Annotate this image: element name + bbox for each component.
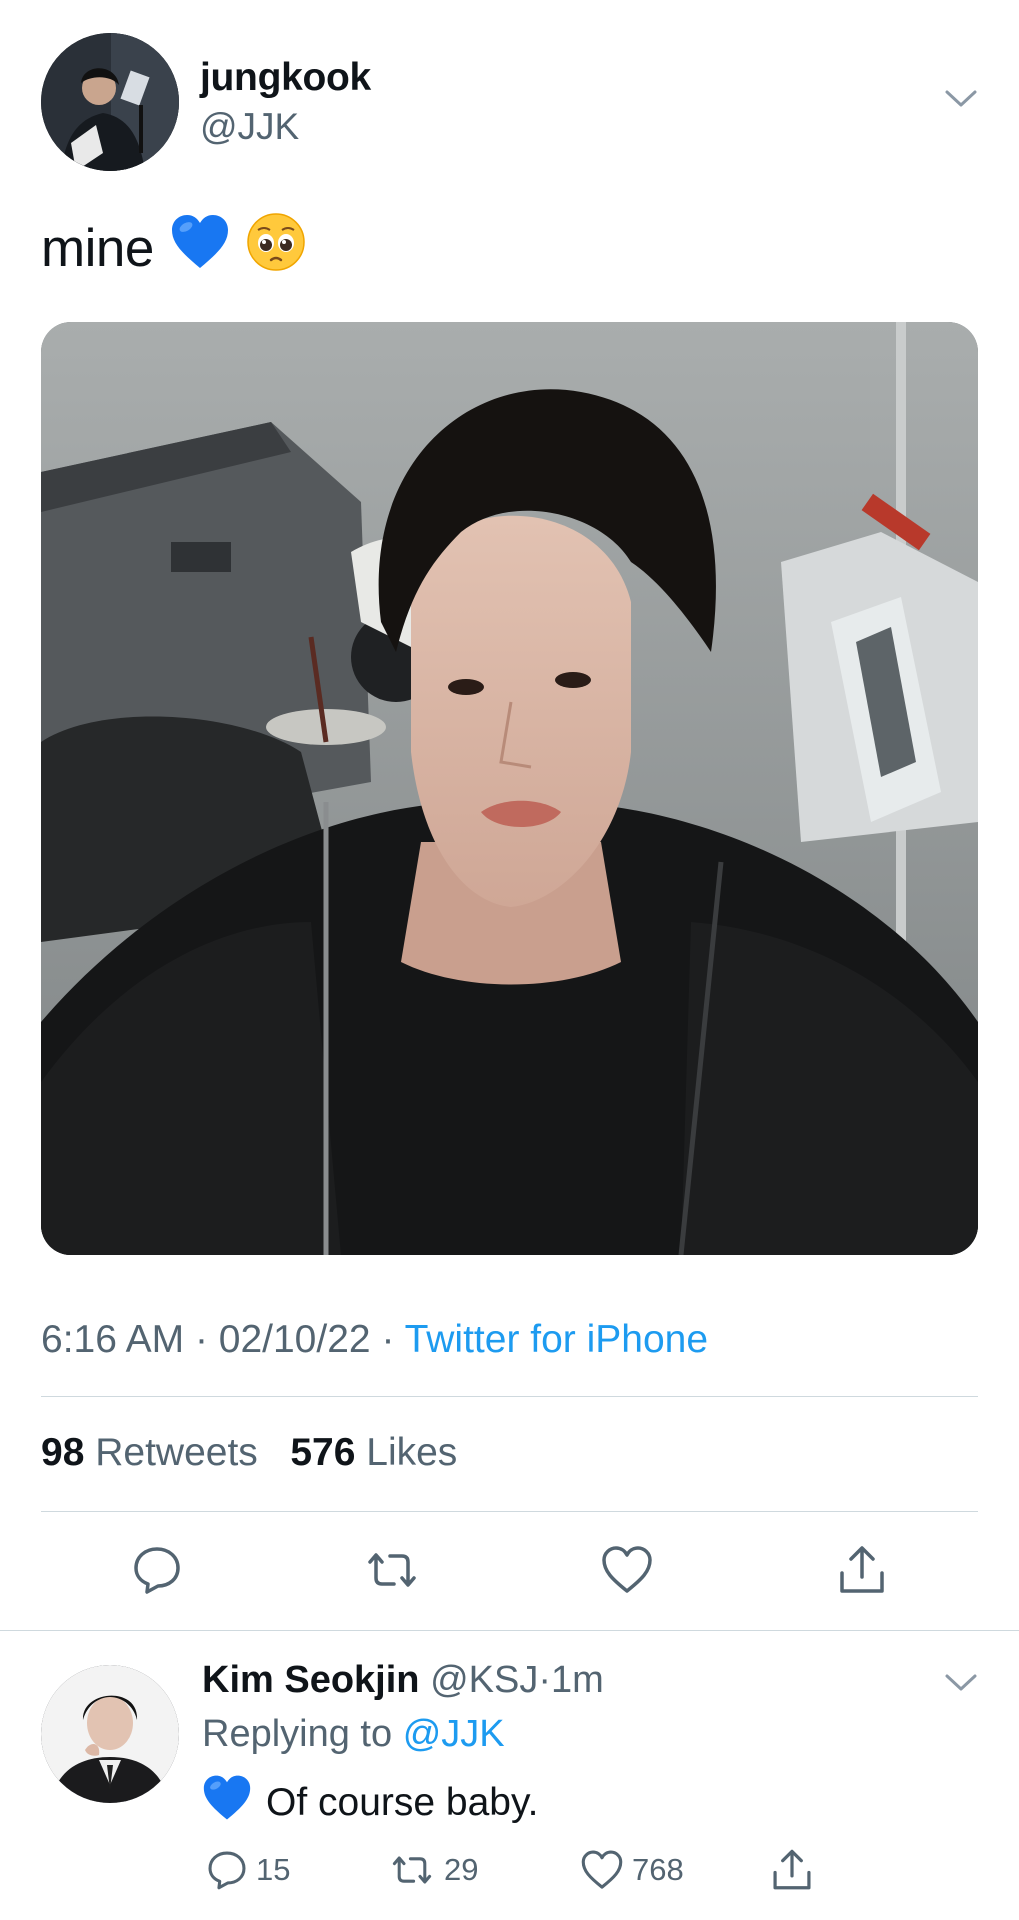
blue-heart-emoji-icon [202,1774,252,1832]
section-divider [0,1630,1019,1631]
tweet-photo[interactable] [41,322,978,1255]
retweet-button[interactable] [362,1540,422,1600]
replying-to: Replying to @JJK [202,1713,505,1756]
meta-separator: · [194,1318,208,1361]
blue-heart-emoji-icon [170,213,230,284]
reply-icon [208,1851,246,1890]
reply-author-handle[interactable]: @KSJ [430,1659,538,1701]
reply-reply-button[interactable]: 15 [206,1849,290,1891]
reply-author-name[interactable]: Kim Seokjin [202,1659,420,1701]
reply-retweet-button[interactable]: 29 [388,1849,478,1891]
author-name[interactable]: jungkook [200,56,371,100]
author-avatar[interactable] [41,33,179,171]
reply-text: Of course baby. [266,1781,539,1824]
reply-separator: · [538,1659,551,1701]
heart-icon [581,1850,623,1889]
reply-text-row: Of course baby. [202,1774,538,1832]
share-icon [840,1546,884,1593]
chevron-down-icon[interactable] [944,1672,978,1699]
heart-icon [602,1546,652,1593]
retweets-count: 98 [41,1431,85,1474]
tweet-meta: 6:16 AM · 02/10/22 · Twitter for iPhone [41,1318,708,1362]
reply-author-avatar[interactable] [41,1665,179,1803]
replying-to-link[interactable]: @JJK [403,1713,505,1755]
likes-count: 576 [290,1431,356,1474]
reply-share-button[interactable] [770,1847,814,1893]
tweet-text-row: mine [41,212,306,285]
tweet-time: 6:16 AM [41,1318,185,1361]
divider [41,1511,978,1512]
share-button[interactable] [832,1540,892,1600]
reply-icon [134,1547,180,1594]
reply-like-button[interactable]: 768 [580,1849,684,1891]
reply-time: 1m [551,1659,604,1701]
pleading-face-emoji-icon [246,212,306,285]
like-button[interactable] [597,1540,657,1600]
retweets-stat[interactable]: 98 Retweets [41,1431,258,1474]
tweet-date: 02/10/22 [218,1318,371,1361]
retweet-icon [392,1856,432,1884]
meta-separator: · [381,1318,395,1361]
replying-to-label: Replying to [202,1713,393,1755]
reply-button[interactable] [127,1540,187,1600]
retweets-label: Retweets [95,1431,258,1474]
chevron-down-icon[interactable] [944,88,978,115]
likes-stat[interactable]: 576 Likes [290,1431,457,1474]
reply-reply-count: 15 [256,1852,291,1887]
reply-retweet-count: 29 [444,1852,479,1887]
tweet-stats: 98 Retweets 576 Likes [41,1431,457,1475]
share-icon [773,1849,811,1890]
tweet-source-link[interactable]: Twitter for iPhone [405,1318,708,1361]
retweet-icon [368,1553,416,1587]
divider [41,1396,978,1397]
reply-like-count: 768 [632,1852,684,1887]
author-handle[interactable]: @JJK [200,106,299,148]
reply-header: Kim Seokjin @KSJ·1m [202,1659,604,1702]
tweet-text: mine [41,219,154,278]
likes-label: Likes [366,1431,458,1474]
